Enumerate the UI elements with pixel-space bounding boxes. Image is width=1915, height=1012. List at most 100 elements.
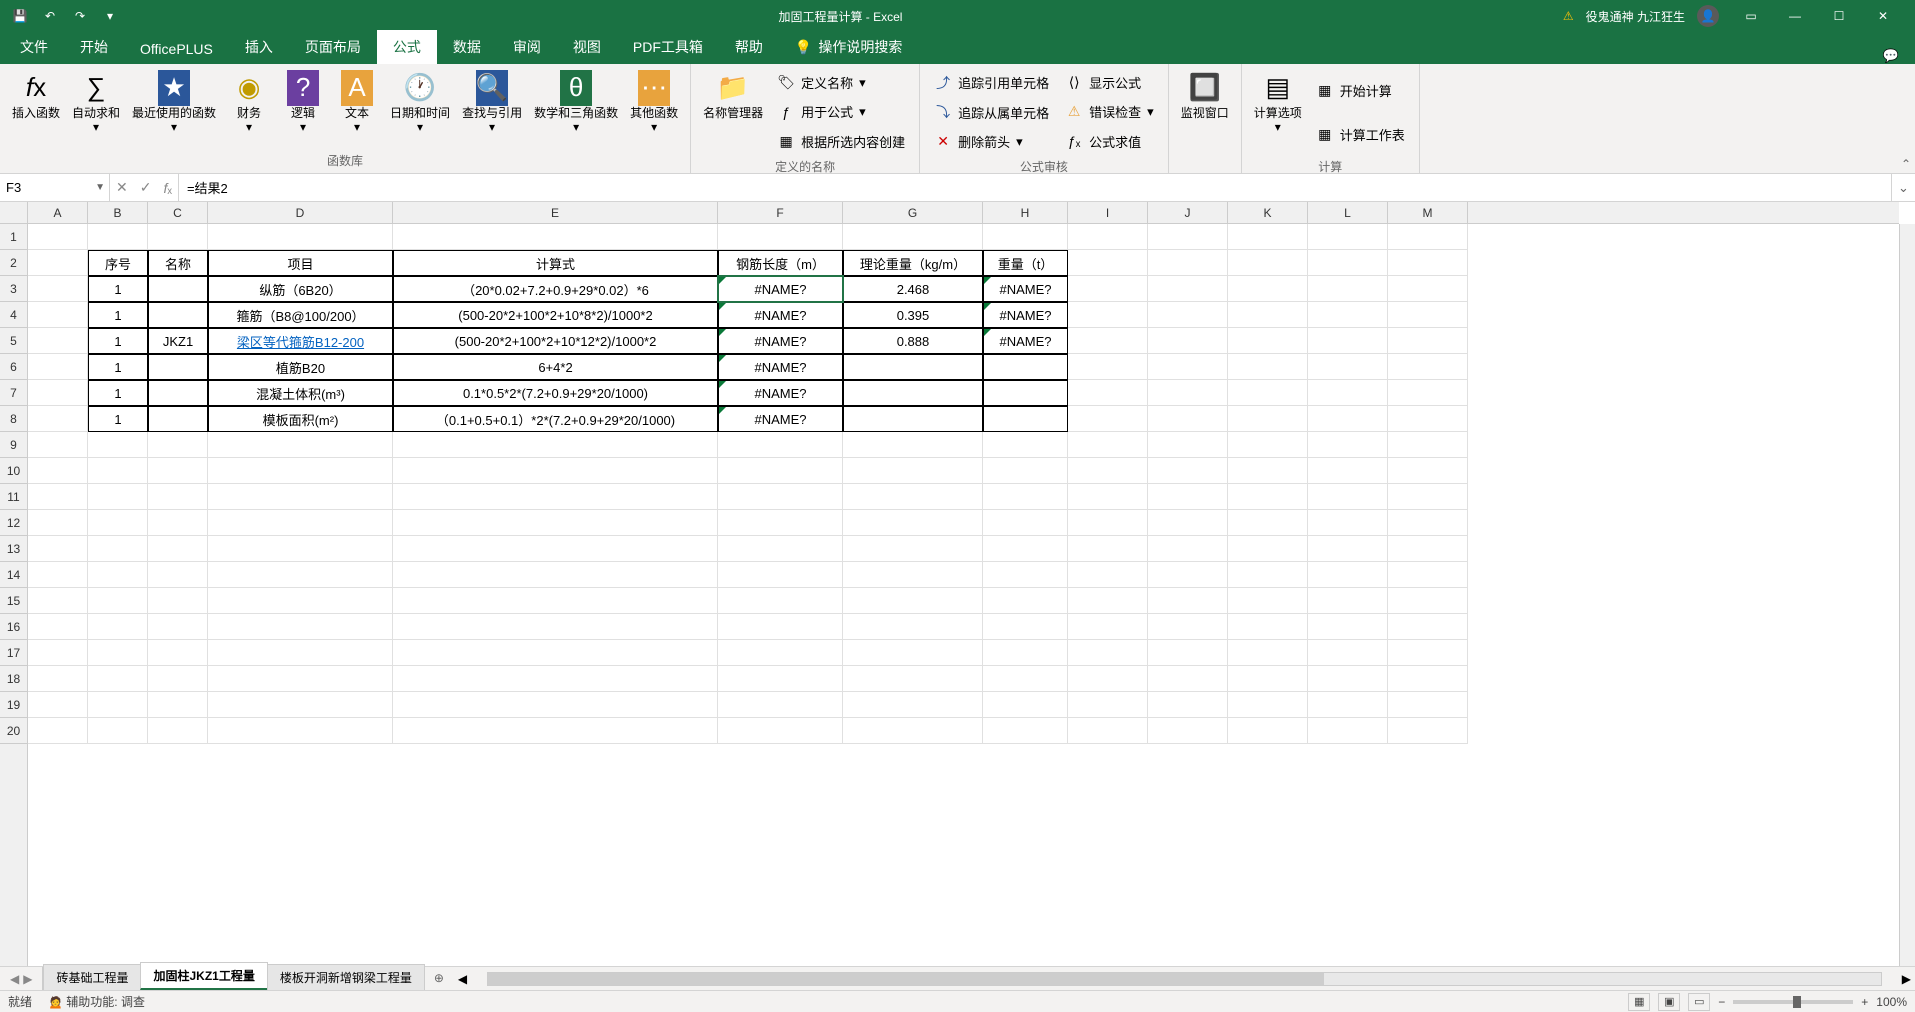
collapse-ribbon-icon[interactable]: ⌃ <box>1901 157 1911 171</box>
cell[interactable] <box>1068 458 1148 484</box>
recently-used-button[interactable]: ★最近使用的函数▾ <box>128 68 220 137</box>
cell[interactable] <box>28 588 88 614</box>
tab-file[interactable]: 文件 <box>4 30 64 64</box>
cell[interactable] <box>28 380 88 406</box>
cell[interactable] <box>1388 692 1468 718</box>
cell[interactable]: (500-20*2+100*2+10*12*2)/1000*2 <box>393 328 718 354</box>
cell[interactable] <box>28 276 88 302</box>
cell[interactable] <box>983 640 1068 666</box>
minimize-icon[interactable]: — <box>1775 2 1815 30</box>
cell[interactable] <box>208 614 393 640</box>
cell[interactable]: 模板面积(m²) <box>208 406 393 432</box>
cell[interactable] <box>718 536 843 562</box>
cell[interactable] <box>148 640 208 666</box>
cell[interactable] <box>718 510 843 536</box>
cell[interactable] <box>843 380 983 406</box>
cell[interactable] <box>148 588 208 614</box>
column-header[interactable]: C <box>148 202 208 223</box>
row-header[interactable]: 15 <box>0 588 27 614</box>
cell[interactable] <box>1388 328 1468 354</box>
cell[interactable] <box>1228 432 1308 458</box>
cell[interactable] <box>1388 718 1468 744</box>
cell[interactable] <box>718 666 843 692</box>
cell[interactable]: 1 <box>88 406 148 432</box>
cell[interactable] <box>393 692 718 718</box>
cell[interactable] <box>718 692 843 718</box>
cell[interactable] <box>1068 302 1148 328</box>
row-header[interactable]: 19 <box>0 692 27 718</box>
cell[interactable] <box>1148 302 1228 328</box>
cell[interactable] <box>843 432 983 458</box>
cell[interactable] <box>1388 588 1468 614</box>
row-header[interactable]: 4 <box>0 302 27 328</box>
cell[interactable] <box>148 380 208 406</box>
cell[interactable] <box>88 224 148 250</box>
cell[interactable] <box>983 458 1068 484</box>
warning-icon[interactable]: ⚠ <box>1563 9 1574 23</box>
row-header[interactable]: 9 <box>0 432 27 458</box>
cell[interactable] <box>1308 510 1388 536</box>
cell[interactable] <box>843 588 983 614</box>
cell[interactable] <box>208 484 393 510</box>
cell[interactable] <box>1388 406 1468 432</box>
cell[interactable] <box>1068 588 1148 614</box>
select-all-cells[interactable] <box>0 202 28 224</box>
cell[interactable] <box>1228 484 1308 510</box>
column-header[interactable]: H <box>983 202 1068 223</box>
cell[interactable] <box>393 458 718 484</box>
cell[interactable] <box>1308 250 1388 276</box>
cell[interactable] <box>1308 406 1388 432</box>
cell[interactable] <box>1148 276 1228 302</box>
sheet-tab[interactable]: 楼板开洞新增钢梁工程量 <box>267 964 425 990</box>
cell[interactable] <box>208 562 393 588</box>
row-header[interactable]: 3 <box>0 276 27 302</box>
cell[interactable] <box>718 562 843 588</box>
cell[interactable] <box>1148 224 1228 250</box>
cell[interactable]: 项目 <box>208 250 393 276</box>
cell[interactable]: 名称 <box>148 250 208 276</box>
cell[interactable] <box>393 432 718 458</box>
cell[interactable] <box>1228 406 1308 432</box>
cell[interactable] <box>28 718 88 744</box>
cell[interactable]: （20*0.02+7.2+0.9+29*0.02）*6 <box>393 276 718 302</box>
logical-button[interactable]: ?逻辑▾ <box>278 68 328 137</box>
cell[interactable]: #NAME? <box>983 276 1068 302</box>
cell[interactable] <box>393 614 718 640</box>
cell[interactable] <box>843 354 983 380</box>
cell[interactable] <box>148 718 208 744</box>
cell[interactable] <box>1148 458 1228 484</box>
cell[interactable] <box>88 692 148 718</box>
cell[interactable] <box>983 588 1068 614</box>
tab-pdftoolbox[interactable]: PDF工具箱 <box>617 30 719 64</box>
row-header[interactable]: 5 <box>0 328 27 354</box>
column-header[interactable]: J <box>1148 202 1228 223</box>
cell[interactable] <box>148 510 208 536</box>
cell[interactable] <box>983 614 1068 640</box>
cell[interactable] <box>1068 640 1148 666</box>
cell[interactable]: 6+4*2 <box>393 354 718 380</box>
enter-formula-icon[interactable]: ✓ <box>140 179 152 196</box>
column-header[interactable]: G <box>843 202 983 223</box>
more-functions-button[interactable]: ⋯其他函数▾ <box>626 68 682 137</box>
cell[interactable] <box>1308 692 1388 718</box>
tab-pagelayout[interactable]: 页面布局 <box>289 30 377 64</box>
cell[interactable] <box>1148 588 1228 614</box>
cell[interactable] <box>1148 250 1228 276</box>
cell[interactable] <box>1308 432 1388 458</box>
insert-function-icon[interactable]: fₓ <box>163 180 171 196</box>
row-header[interactable]: 20 <box>0 718 27 744</box>
cell[interactable] <box>983 510 1068 536</box>
cell[interactable] <box>1068 718 1148 744</box>
cell[interactable] <box>1388 536 1468 562</box>
cell[interactable] <box>843 692 983 718</box>
cell[interactable] <box>1148 692 1228 718</box>
cell[interactable] <box>1228 354 1308 380</box>
cell[interactable] <box>1308 458 1388 484</box>
cell[interactable] <box>1148 536 1228 562</box>
create-from-selection-button[interactable]: ▦根据所选内容创建 <box>771 129 911 154</box>
cell[interactable] <box>148 276 208 302</box>
cell[interactable] <box>1228 510 1308 536</box>
cell[interactable]: 0.888 <box>843 328 983 354</box>
cell[interactable] <box>28 614 88 640</box>
cell[interactable] <box>1228 276 1308 302</box>
